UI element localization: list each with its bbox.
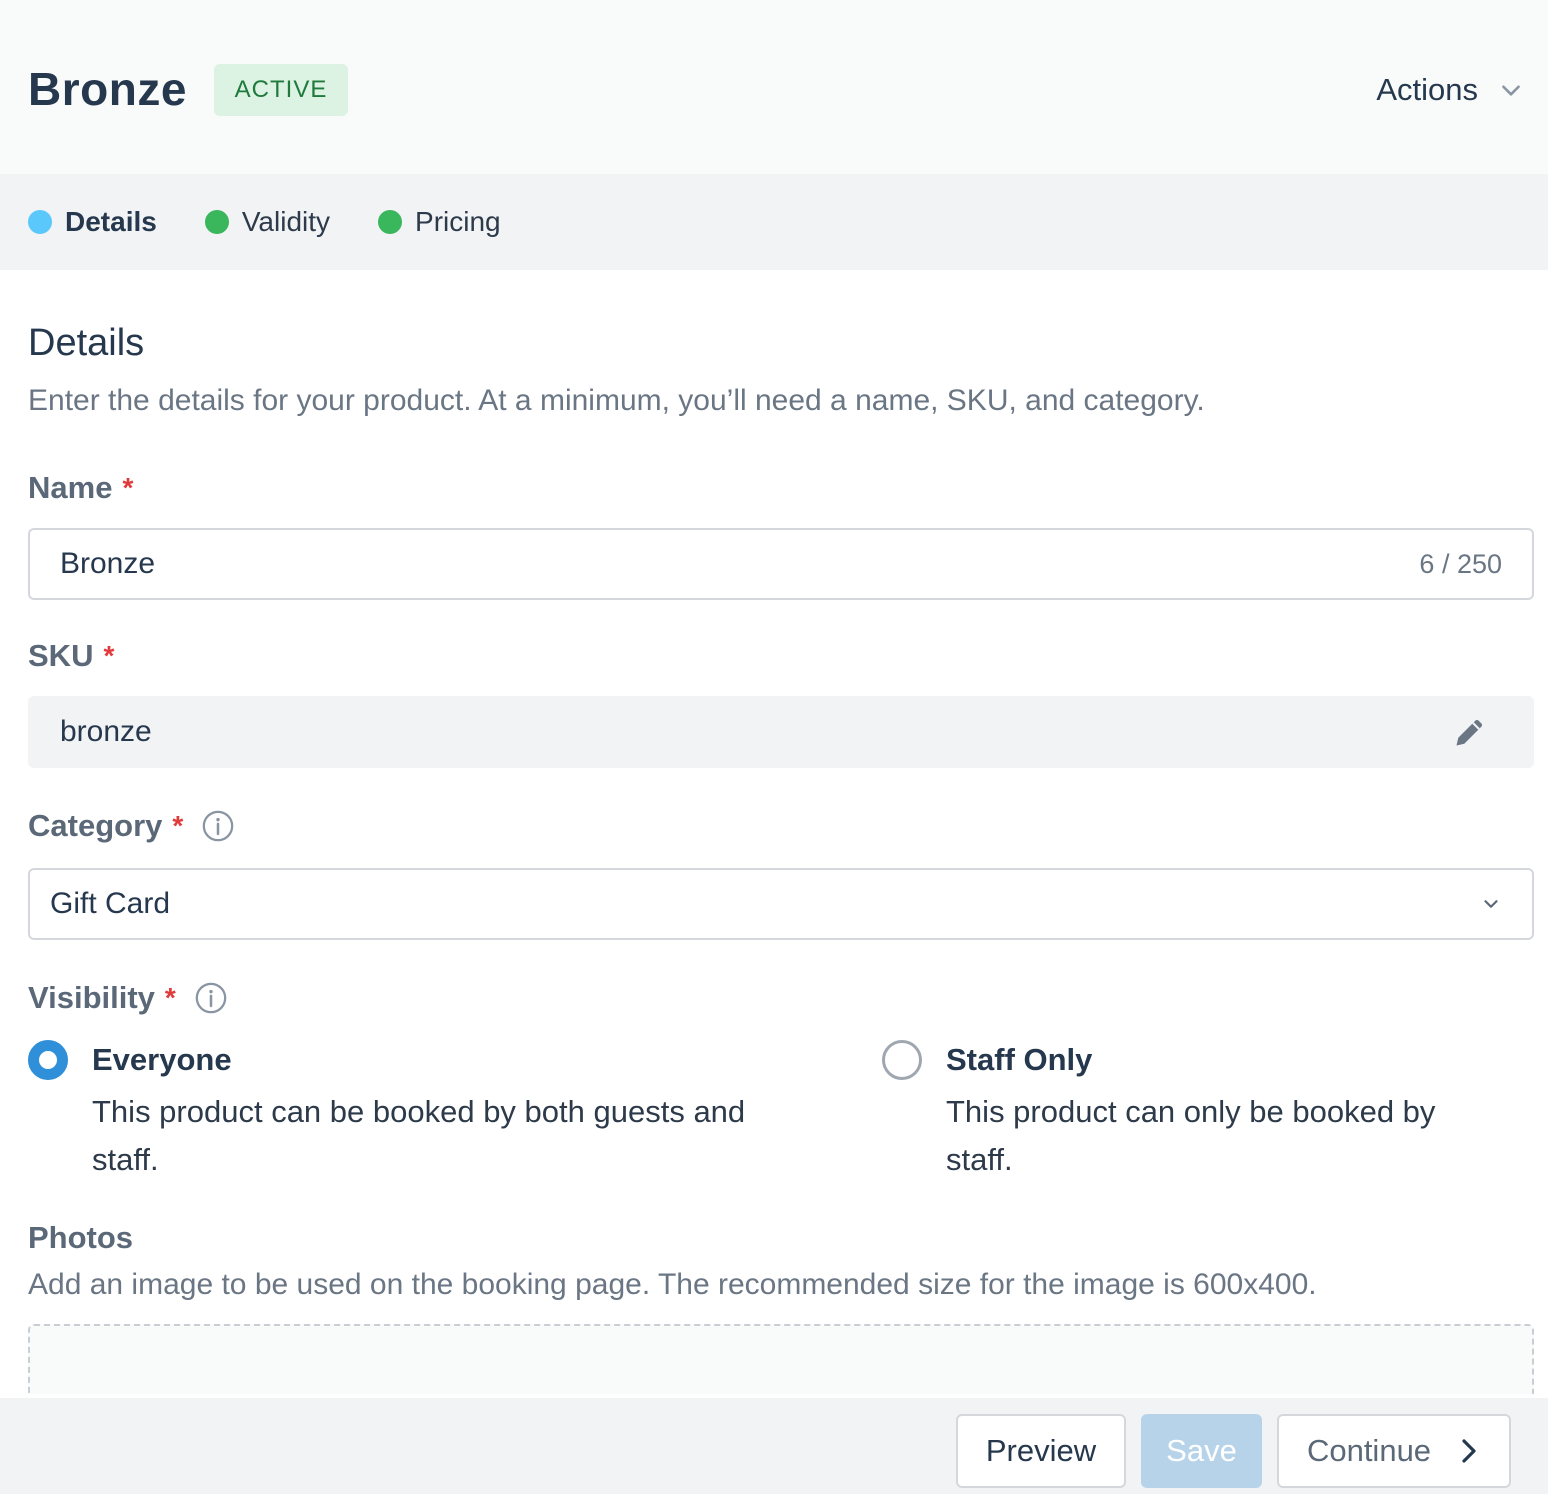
continue-label: Continue <box>1306 1433 1432 1468</box>
actions-label: Actions <box>1376 72 1478 107</box>
step-details[interactable]: Details <box>28 206 157 238</box>
category-select[interactable]: Gift Card <box>28 868 1534 940</box>
visibility-label: Visibility * <box>28 980 228 1016</box>
status-badge: ACTIVE <box>214 64 348 116</box>
required-mark: * <box>103 640 115 671</box>
step-label: Details <box>65 206 157 237</box>
required-mark: * <box>164 982 176 1013</box>
step-label: Validity <box>241 206 331 237</box>
character-counter: 6 / 250 <box>1419 548 1502 579</box>
sku-value: bronze <box>60 715 152 748</box>
footer-bar: Preview Save Continue <box>0 1398 1548 1494</box>
chevron-down-icon <box>1484 900 1498 908</box>
section-description: Enter the details for your product. At a… <box>28 384 1205 417</box>
sku-field: bronze <box>28 696 1534 768</box>
continue-button[interactable]: Continue <box>1277 1414 1511 1488</box>
sku-label-text: SKU <box>28 638 94 673</box>
photo-dropzone[interactable] <box>28 1324 1534 1394</box>
actions-dropdown[interactable]: Actions <box>1376 70 1524 110</box>
category-label-text: Category <box>28 808 163 843</box>
visibility-option-staff-only[interactable]: Staff Only This product can only be book… <box>882 1036 1522 1177</box>
radio-unselected-icon <box>882 1040 922 1080</box>
page-title: Bronze <box>28 63 187 115</box>
product-editor: Bronze ACTIVE Actions Details Validity P… <box>0 0 1548 1494</box>
name-label-text: Name <box>28 470 113 505</box>
step-label: Pricing <box>415 206 501 237</box>
step-nav: Details Validity Pricing <box>0 174 1548 270</box>
photos-description: Add an image to be used on the booking p… <box>28 1268 1317 1301</box>
step-status-dot <box>204 210 229 234</box>
step-status-dot <box>28 210 52 234</box>
option-title: Everyone <box>92 1042 232 1077</box>
required-mark: * <box>172 810 184 841</box>
option-description: This product can only be booked by staff… <box>946 1094 1436 1177</box>
option-description: This product can be booked by both guest… <box>92 1094 746 1177</box>
pencil-icon[interactable] <box>1452 714 1488 750</box>
name-label: Name * <box>28 470 133 506</box>
step-validity[interactable]: Validity <box>204 206 331 238</box>
radio-selected-icon <box>28 1040 68 1080</box>
info-icon[interactable] <box>201 809 235 843</box>
photos-label: Photos <box>28 1220 134 1255</box>
name-value: Bronze <box>60 547 156 580</box>
category-label: Category * <box>28 808 235 844</box>
step-pricing[interactable]: Pricing <box>378 206 501 238</box>
required-mark: * <box>122 472 134 503</box>
section-title: Details <box>28 322 145 364</box>
info-icon[interactable] <box>194 981 228 1015</box>
save-button[interactable]: Save <box>1141 1414 1262 1488</box>
visibility-option-everyone[interactable]: Everyone This product can be booked by b… <box>28 1036 808 1177</box>
step-status-dot <box>378 210 403 234</box>
chevron-down-icon <box>1502 85 1520 96</box>
preview-button[interactable]: Preview <box>956 1414 1126 1488</box>
visibility-label-text: Visibility <box>28 980 155 1015</box>
sku-label: SKU * <box>28 638 114 674</box>
chevron-right-icon <box>1462 1439 1476 1463</box>
name-input[interactable]: Bronze 6 / 250 <box>28 528 1534 600</box>
page-header: Bronze ACTIVE Actions <box>0 0 1548 174</box>
category-value: Gift Card <box>50 887 171 920</box>
option-title: Staff Only <box>946 1042 1093 1077</box>
